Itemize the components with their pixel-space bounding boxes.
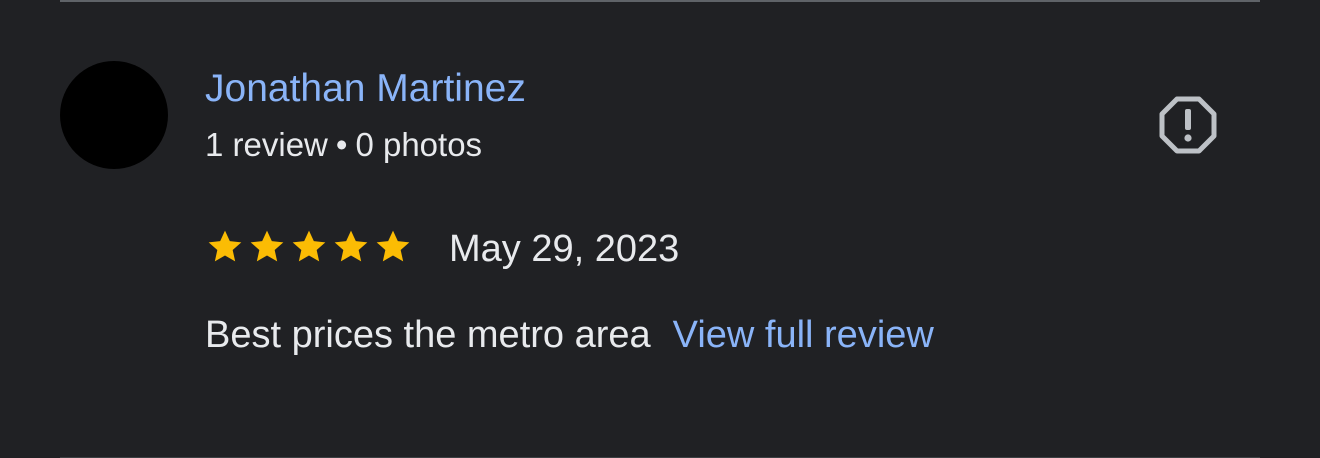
view-full-review-link[interactable]: View full review — [673, 314, 934, 356]
star-filled-icon — [376, 230, 410, 262]
star-filled-icon — [250, 230, 284, 262]
review-date: May 29, 2023 — [449, 228, 680, 270]
meta-separator: • — [335, 126, 348, 163]
review-body: Best prices the metro area View full revi… — [205, 312, 934, 358]
author-meta: 1 review • 0 photos — [205, 125, 482, 165]
avatar[interactable] — [60, 61, 168, 169]
star-filled-icon — [208, 230, 242, 262]
star-filled-icon — [334, 230, 368, 262]
star-filled-icon — [292, 230, 326, 262]
review-count: 1 review — [205, 126, 328, 163]
star-rating — [205, 227, 415, 267]
photo-count: 0 photos — [355, 126, 483, 163]
report-button[interactable] — [1158, 95, 1218, 155]
review-card: Jonathan Martinez 1 review • 0 photos May … — [0, 0, 1320, 458]
review-text: Best prices the metro area — [205, 314, 651, 356]
author-name-link[interactable]: Jonathan Martinez — [205, 66, 526, 112]
report-octagon-icon — [1159, 96, 1217, 154]
